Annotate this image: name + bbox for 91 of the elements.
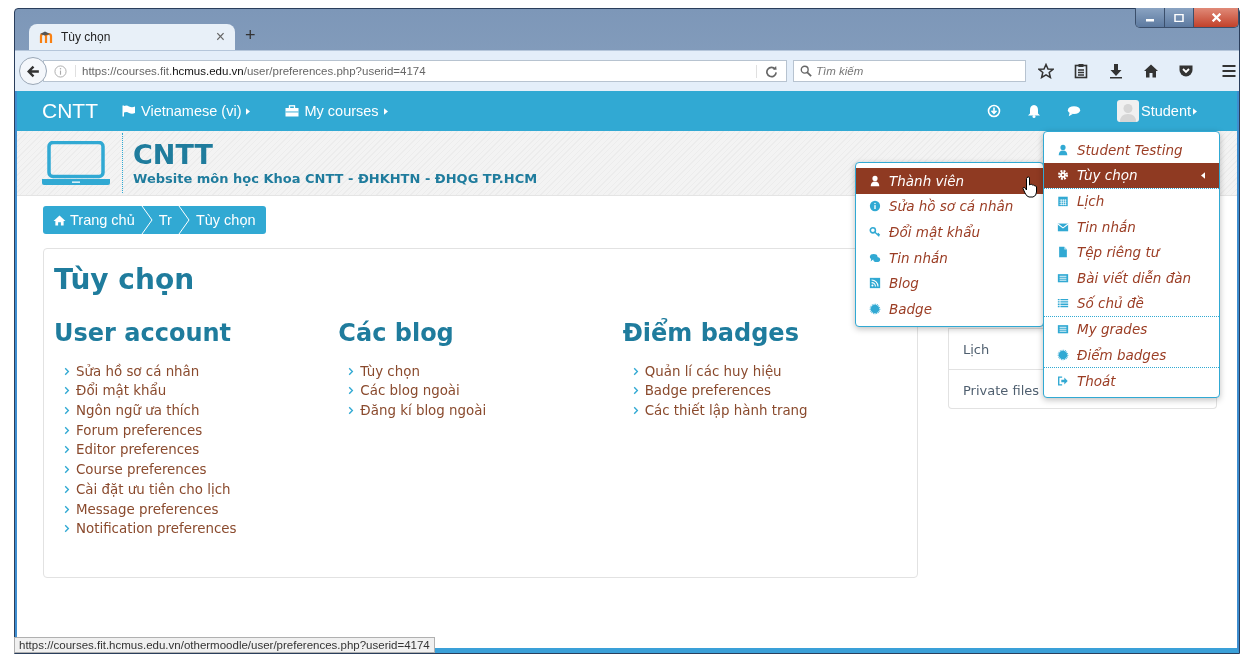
menu-item[interactable]: Tin nhắn bbox=[1044, 213, 1219, 240]
preference-link[interactable]: Sửa hồ sơ cá nhân bbox=[76, 363, 200, 379]
browser-tab[interactable]: Tùy chọn × bbox=[29, 24, 235, 50]
menu-item[interactable]: Badge bbox=[856, 295, 1043, 322]
maximize-icon bbox=[1174, 13, 1184, 22]
preference-link[interactable]: Message preferences bbox=[76, 501, 219, 517]
laptop-icon bbox=[42, 141, 110, 185]
search-field[interactable]: Tìm kiếm bbox=[793, 60, 1026, 82]
badge-icon bbox=[869, 302, 881, 315]
preference-link[interactable]: Quản lí các huy hiệu bbox=[644, 363, 782, 379]
search-icon bbox=[800, 65, 812, 77]
list-icon bbox=[1057, 271, 1069, 284]
user-icon bbox=[869, 174, 881, 187]
chevron-separator-icon bbox=[140, 206, 153, 234]
menu-item[interactable]: Đổi mật khẩu bbox=[856, 219, 1043, 245]
menu-item[interactable]: Bài viết diễn đàn bbox=[1044, 264, 1219, 291]
menu-icon[interactable] bbox=[1221, 63, 1237, 79]
home-icon bbox=[53, 214, 66, 226]
menu-item[interactable]: Lịch bbox=[1044, 188, 1219, 214]
url-text: https://courses.fit.hcmus.edu.vn/user/preferences.php?userid=4174 bbox=[75, 65, 756, 77]
preference-link[interactable]: Tùy chọn bbox=[360, 363, 420, 379]
calendar-icon bbox=[1057, 195, 1069, 208]
menu-item[interactable]: Tin nhắn bbox=[856, 244, 1043, 271]
briefcase-icon bbox=[285, 105, 300, 117]
download-icon[interactable] bbox=[1108, 63, 1124, 79]
list-icon bbox=[1057, 323, 1069, 336]
menu-item[interactable]: Sửa hồ sơ cá nhân bbox=[856, 193, 1043, 220]
menu-item[interactable]: Số chủ đề bbox=[1044, 290, 1219, 317]
info-icon bbox=[54, 64, 67, 78]
preference-link[interactable]: Badge preferences bbox=[644, 383, 771, 399]
new-tab-button[interactable]: + bbox=[245, 25, 256, 46]
minimize-button[interactable] bbox=[1136, 8, 1164, 27]
preference-link[interactable]: Notification preferences bbox=[76, 521, 237, 537]
avatar-icon bbox=[1117, 100, 1139, 122]
section-heading: Điểm badges bbox=[622, 318, 800, 348]
search-input[interactable]: Tìm kiếm bbox=[816, 62, 1016, 80]
preference-link[interactable]: Ngôn ngữ ưa thích bbox=[76, 403, 200, 419]
tab-close-button[interactable]: × bbox=[215, 28, 225, 46]
menu-item[interactable]: Thoát bbox=[1044, 367, 1219, 393]
badge-icon bbox=[1057, 348, 1069, 361]
site-subtitle: Website môn học Khoa CNTT - ĐHKHTN - ĐHQG TP.HCM bbox=[133, 170, 538, 186]
moodle-logo-icon bbox=[39, 31, 55, 43]
caret-icon bbox=[1193, 107, 1197, 115]
hand-cursor-icon bbox=[1022, 176, 1038, 198]
chat-icon[interactable] bbox=[1067, 104, 1081, 118]
menu-item[interactable]: My grades bbox=[1044, 316, 1219, 342]
menu-item[interactable]: Điểm badges bbox=[1044, 341, 1219, 368]
status-url-tooltip: https://courses.fit.hcmus.edu.vn/othermoodle/user/preferences.php?userid=4174 bbox=[14, 637, 435, 653]
chevron-separator-icon bbox=[177, 206, 190, 234]
file-icon bbox=[1057, 246, 1069, 259]
gear-icon bbox=[1057, 169, 1069, 182]
home-icon[interactable] bbox=[1143, 63, 1159, 79]
info-icon bbox=[869, 200, 881, 213]
key-icon bbox=[869, 226, 881, 238]
back-button[interactable] bbox=[19, 57, 47, 85]
chat-icon bbox=[869, 251, 881, 264]
bell-icon[interactable] bbox=[1027, 104, 1041, 118]
section-heading: Các blog bbox=[338, 318, 455, 348]
caret-icon bbox=[246, 107, 251, 115]
preference-link[interactable]: Editor preferences bbox=[76, 442, 200, 458]
menu-item[interactable]: Student Testing bbox=[1044, 137, 1219, 163]
flag-icon bbox=[122, 105, 136, 117]
preference-link[interactable]: Cài đặt ưu tiên cho lịch bbox=[76, 481, 231, 497]
exit-icon bbox=[1057, 374, 1069, 387]
tab-title: Tùy chọn bbox=[61, 30, 112, 44]
site-title[interactable]: CNTT bbox=[133, 140, 538, 170]
bulleted-list-icon bbox=[1057, 297, 1069, 310]
reading-list-icon[interactable] bbox=[1073, 63, 1089, 79]
preference-link[interactable]: Đăng kí blog ngoài bbox=[360, 403, 487, 419]
back-arrow-icon bbox=[25, 63, 41, 79]
rss-icon bbox=[869, 277, 881, 290]
star-icon[interactable] bbox=[1038, 63, 1054, 79]
user-icon bbox=[1057, 143, 1069, 156]
menu-item[interactable]: Tệp riêng tư bbox=[1044, 239, 1219, 265]
preference-link[interactable]: Các thiết lập hành trang bbox=[644, 403, 808, 419]
section-heading: User account bbox=[54, 318, 233, 348]
preference-link[interactable]: Đổi mật khẩu bbox=[76, 383, 167, 399]
menu-item[interactable]: Blog bbox=[856, 270, 1043, 296]
preference-link[interactable]: Forum preferences bbox=[76, 422, 203, 438]
close-button[interactable] bbox=[1193, 8, 1238, 27]
preference-link[interactable]: Các blog ngoài bbox=[360, 383, 460, 399]
caret-icon bbox=[383, 107, 388, 115]
menu-item[interactable]: Tùy chọn bbox=[1044, 162, 1219, 189]
address-field[interactable]: https://courses.fit.hcmus.edu.vn/user/preferences.php?userid=4174 bbox=[43, 60, 787, 82]
pocket-icon[interactable] bbox=[1178, 63, 1194, 79]
preference-link[interactable]: Course preferences bbox=[76, 462, 207, 478]
maximize-button[interactable] bbox=[1164, 8, 1193, 27]
menu-item[interactable]: Thành viên bbox=[856, 168, 1043, 194]
page-title: Tùy chọn bbox=[54, 263, 195, 297]
close-icon bbox=[1210, 13, 1222, 22]
download-circle-icon[interactable] bbox=[987, 104, 1001, 118]
